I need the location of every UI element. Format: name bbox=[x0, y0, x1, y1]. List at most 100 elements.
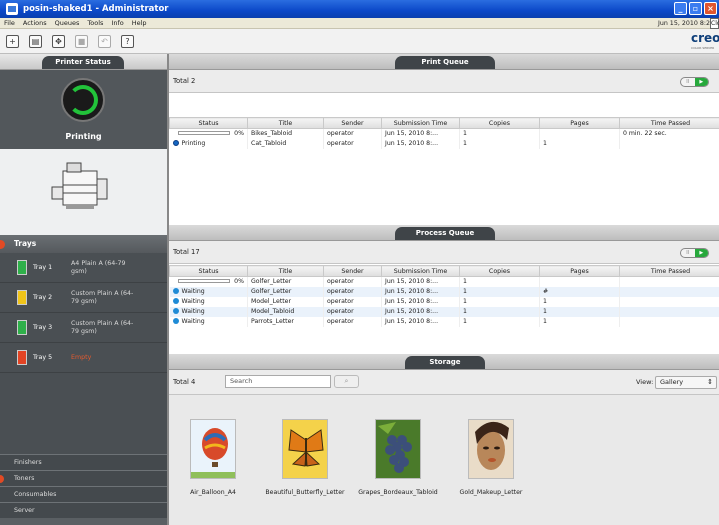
status-cell: 0% bbox=[169, 128, 248, 139]
menu-tools[interactable]: Tools bbox=[83, 19, 107, 27]
process-queue-tab[interactable]: Process Queue bbox=[395, 227, 495, 240]
logo-tagline: COLOR SERVER bbox=[691, 46, 715, 50]
butterfly-image bbox=[283, 420, 327, 478]
tray-1[interactable]: Tray 1 A4 Plain A (64-79 gsm) bbox=[0, 253, 167, 283]
help-icon[interactable]: ? bbox=[121, 34, 134, 48]
search-button[interactable]: ⌕ bbox=[334, 375, 359, 388]
play-icon[interactable]: ▶ bbox=[694, 78, 708, 86]
copies-cell: 1 bbox=[459, 296, 540, 307]
printer-status-header: Printer Status bbox=[0, 54, 167, 70]
copies-cell: 1 bbox=[459, 306, 540, 317]
progress-bar bbox=[178, 131, 231, 136]
table-row[interactable]: Waiting Model_Letter operator Jun 15, 20… bbox=[169, 296, 719, 307]
time-cell: Jun 15, 2010 8:... bbox=[381, 138, 460, 149]
makeup-thumbnail bbox=[468, 419, 514, 479]
col-time-passed[interactable]: Time Passed bbox=[619, 265, 719, 277]
menu-info[interactable]: Info bbox=[107, 19, 127, 27]
menu-actions[interactable]: Actions bbox=[19, 19, 51, 27]
gallery-item[interactable]: Grapes_Bordeaux_Tabloid bbox=[351, 419, 445, 496]
maximize-button[interactable]: ▫ bbox=[689, 2, 702, 15]
undo-icon[interactable]: ↶ bbox=[98, 34, 111, 48]
gallery-item[interactable]: Gold_Makeup_Letter bbox=[449, 419, 533, 496]
col-title[interactable]: Title bbox=[247, 117, 324, 129]
status-text: Waiting bbox=[181, 298, 205, 305]
search-input[interactable]: Search bbox=[225, 375, 331, 388]
table-row[interactable]: Printing Cat_Tabloid operator Jun 15, 20… bbox=[169, 138, 719, 149]
sender-cell: operator bbox=[323, 138, 382, 149]
clock-label: Clo bbox=[710, 18, 719, 29]
table-row[interactable]: 0% Golfer_Letter operator Jun 15, 2010 8… bbox=[169, 276, 719, 287]
pages-cell: # bbox=[539, 286, 620, 297]
tray-2[interactable]: Tray 2 Custom Plain A (64-79 gsm) bbox=[0, 283, 167, 313]
gallery-item-label: Grapes_Bordeaux_Tabloid bbox=[358, 489, 438, 496]
status-text: Waiting bbox=[181, 308, 205, 315]
trays-header[interactable]: Trays bbox=[0, 235, 167, 253]
waiting-icon bbox=[172, 288, 179, 294]
move-icon[interactable]: ✥ bbox=[52, 34, 65, 48]
grapes-thumbnail bbox=[375, 419, 421, 479]
col-submission-time[interactable]: Submission Time bbox=[381, 117, 460, 129]
col-copies[interactable]: Copies bbox=[459, 117, 540, 129]
print-queue-toggle[interactable]: II ▶ bbox=[680, 77, 709, 87]
section-finishers[interactable]: Finishers bbox=[0, 454, 167, 470]
col-status[interactable]: Status bbox=[169, 265, 248, 277]
tray-5[interactable]: Tray 5 Empty bbox=[0, 343, 167, 373]
job-list-icon[interactable]: ▤ bbox=[29, 34, 42, 48]
minimize-button[interactable]: _ bbox=[674, 2, 687, 15]
close-button[interactable]: × bbox=[704, 2, 717, 15]
pause-icon[interactable]: II bbox=[681, 78, 695, 86]
copies-cell: 1 bbox=[459, 286, 540, 297]
process-queue-table: Status Title Sender Submission Time Copi… bbox=[169, 265, 719, 327]
tray-2-name: Tray 2 bbox=[33, 294, 53, 301]
section-toners[interactable]: Toners bbox=[0, 470, 167, 486]
tray-5-name: Tray 5 bbox=[33, 354, 53, 361]
col-time-passed[interactable]: Time Passed bbox=[619, 117, 719, 129]
status-cell: 0% bbox=[169, 276, 248, 287]
printer-status-text: Printing bbox=[65, 132, 102, 141]
col-status[interactable]: Status bbox=[169, 117, 248, 129]
pause-icon[interactable]: II bbox=[681, 249, 695, 257]
col-copies[interactable]: Copies bbox=[459, 265, 540, 277]
butterfly-thumbnail bbox=[282, 419, 328, 479]
view-select[interactable]: Gallery bbox=[655, 376, 717, 389]
import-job-icon[interactable]: + bbox=[6, 34, 19, 48]
gallery-item[interactable]: Air_Balloon_A4 bbox=[177, 419, 249, 496]
printer-status-tab: Printer Status bbox=[42, 56, 124, 69]
title-cell: Parrots_Letter bbox=[247, 316, 324, 327]
play-icon[interactable]: ▶ bbox=[694, 249, 708, 257]
col-sender[interactable]: Sender bbox=[323, 265, 382, 277]
gallery-item[interactable]: Beautiful_Butterfly_Letter bbox=[259, 419, 351, 496]
toolbar: + ▤ ✥ ■ ↶ ? bbox=[0, 29, 719, 54]
time-cell: Jun 15, 2010 8:... bbox=[381, 316, 460, 327]
left-panel: Printer Status Printing Trays Tray 1 A4 … bbox=[0, 54, 167, 525]
status-text: Waiting bbox=[181, 318, 205, 325]
table-row[interactable]: Waiting Model_Tabloid operator Jun 15, 2… bbox=[169, 306, 719, 317]
printer-image bbox=[0, 149, 167, 235]
table-row[interactable]: Waiting Parrots_Letter operator Jun 15, … bbox=[169, 316, 719, 327]
col-sender[interactable]: Sender bbox=[323, 117, 382, 129]
col-submission-time[interactable]: Submission Time bbox=[381, 265, 460, 277]
process-queue-toggle[interactable]: II ▶ bbox=[680, 248, 709, 258]
col-pages[interactable]: Pages bbox=[539, 265, 620, 277]
col-pages[interactable]: Pages bbox=[539, 117, 620, 129]
table-row[interactable]: Waiting Golfer_Letter operator Jun 15, 2… bbox=[169, 286, 719, 297]
col-title[interactable]: Title bbox=[247, 265, 324, 277]
pages-cell bbox=[539, 128, 620, 139]
menu-queues[interactable]: Queues bbox=[51, 19, 84, 27]
tray-3[interactable]: Tray 3 Custom Plain A (64-79 gsm) bbox=[0, 313, 167, 343]
menu-file[interactable]: File bbox=[0, 19, 19, 27]
storage-tab[interactable]: Storage bbox=[405, 356, 485, 369]
section-consumables[interactable]: Consumables bbox=[0, 486, 167, 502]
sender-cell: operator bbox=[323, 306, 382, 317]
section-server[interactable]: Server bbox=[0, 502, 167, 518]
print-queue-tab[interactable]: Print Queue bbox=[395, 56, 495, 69]
left-sections: Finishers Toners Consumables Server bbox=[0, 454, 167, 518]
right-panel: Print Queue Total 2 II ▶ Status Title Se… bbox=[167, 54, 719, 525]
stop-icon[interactable]: ■ bbox=[75, 34, 88, 48]
view-label: View: bbox=[636, 378, 654, 386]
menu-help[interactable]: Help bbox=[128, 19, 151, 27]
storage-pane: Storage Total 4 Search ⌕ View: Gallery ⇕… bbox=[169, 354, 719, 525]
copies-cell: 1 bbox=[459, 128, 540, 139]
title-bar: posin-shaked1 - Administrator _ ▫ × bbox=[0, 0, 719, 18]
table-row[interactable]: 0% Bikes_Tabloid operator Jun 15, 2010 8… bbox=[169, 128, 719, 139]
